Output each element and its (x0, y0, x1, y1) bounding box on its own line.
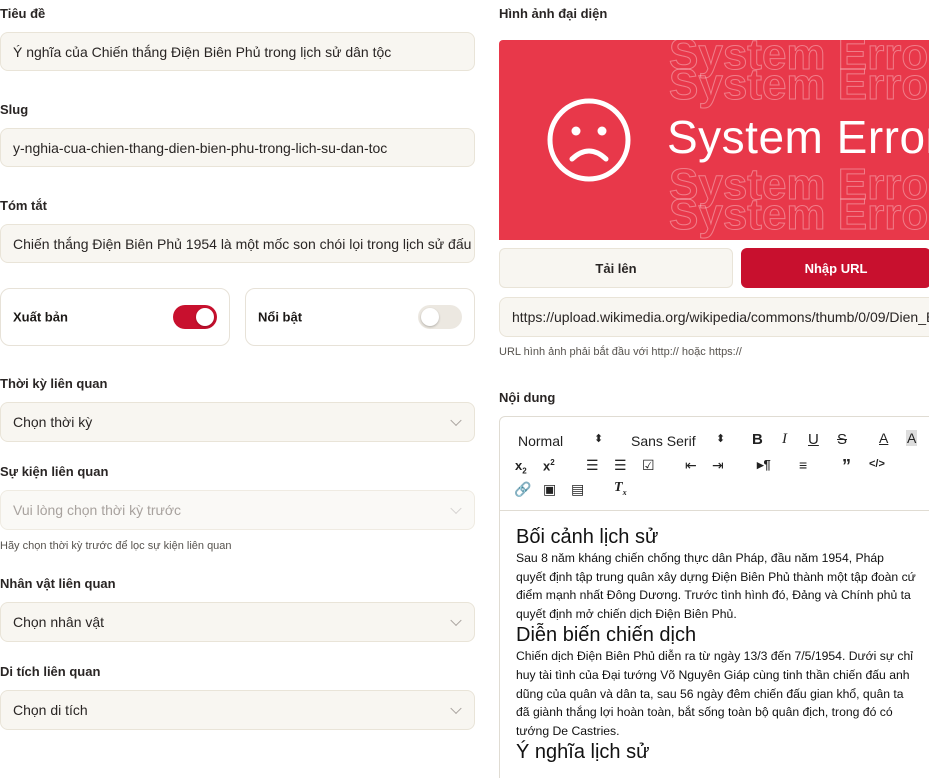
relic-label: Di tích liên quan (0, 664, 101, 679)
editor-toolbar: Normal ⬍ Sans Serif ⬍ B I U S A A x2 x2 … (500, 417, 929, 511)
code-block-icon[interactable]: </> (869, 458, 885, 470)
format-select-arrow-icon: ⬍ (594, 433, 604, 445)
featured-toggle-card: Nổi bật (245, 288, 475, 346)
title-label: Tiêu đề (0, 6, 46, 21)
publish-switch-knob (196, 308, 214, 326)
featured-switch-knob (421, 308, 439, 326)
publish-switch[interactable] (173, 305, 217, 329)
background-color-icon[interactable]: A (906, 430, 918, 446)
relic-select[interactable]: Chọn di tích (0, 690, 475, 730)
content-paragraph: Chiến dịch Điện Biên Phủ diễn ra từ ngày… (516, 649, 913, 738)
text-direction-icon[interactable]: ▸¶ (757, 457, 771, 473)
chevron-down-icon (450, 702, 462, 715)
url-button[interactable]: Nhập URL (741, 248, 929, 288)
slug-input[interactable]: y-nghia-cua-chien-thang-dien-bien-phu-tr… (0, 128, 475, 167)
bold-icon[interactable]: B (752, 431, 763, 448)
indent-icon[interactable]: ⇥ (712, 457, 724, 474)
image-url-input[interactable]: https://upload.wikimedia.org/wikipedia/c… (499, 297, 929, 337)
clear-format-icon[interactable]: Tx (614, 480, 627, 497)
person-select[interactable]: Chọn nhân vật (0, 602, 475, 642)
chevron-down-icon (450, 502, 462, 515)
content-heading: Bối cảnh lịch sử (516, 526, 659, 548)
bg-pattern-text: System Error (668, 60, 929, 109)
subscript-icon[interactable]: x2 (515, 458, 527, 476)
person-select-value: Chọn nhân vật (13, 614, 105, 630)
publish-label: Xuất bản (13, 309, 68, 325)
strikethrough-icon[interactable]: S (837, 431, 847, 448)
period-select[interactable]: Chọn thời kỳ (0, 402, 475, 442)
title-input[interactable]: Ý nghĩa của Chiến thắng Điện Biên Phủ tr… (0, 32, 475, 71)
event-select[interactable]: Vui lòng chọn thời kỳ trước (0, 490, 475, 530)
outdent-icon[interactable]: ⇤ (685, 457, 697, 474)
content-heading: Diễn biến chiến dịch (516, 624, 697, 647)
content-paragraph: Sau 8 năm kháng chiến chống thực dân Phá… (516, 551, 916, 621)
content-heading: Ý nghĩa lịch sử (516, 741, 650, 764)
relic-select-value: Chọn di tích (13, 702, 88, 718)
event-label: Sự kiện liên quan (0, 464, 109, 479)
blockquote-icon[interactable]: ” (842, 456, 851, 477)
event-hint: Hãy chọn thời kỳ trước để lọc sự kiện li… (0, 540, 232, 552)
font-select-value: Sans Serif (631, 433, 696, 449)
slug-label: Slug (0, 102, 29, 117)
link-icon[interactable]: 🔗 (514, 481, 531, 498)
event-select-value: Vui lòng chọn thời kỳ trước (13, 502, 182, 518)
underline-icon[interactable]: U (808, 431, 819, 448)
format-select-value: Normal (518, 433, 564, 449)
font-select-arrow-icon: ⬍ (716, 433, 726, 445)
bullet-list-icon[interactable]: ☰ (614, 457, 627, 474)
format-select[interactable]: Normal (518, 433, 563, 449)
italic-icon[interactable]: I (782, 431, 787, 448)
publish-toggle-card: Xuất bản (0, 288, 230, 346)
chevron-down-icon (450, 414, 462, 427)
chevron-down-icon (450, 614, 462, 627)
video-icon[interactable]: ▤ (571, 481, 584, 498)
superscript-icon[interactable]: x2 (543, 458, 555, 473)
text-color-icon[interactable]: A (879, 430, 888, 446)
image-label: Hình ảnh đại diện (499, 6, 608, 21)
person-label: Nhân vật liên quan (0, 576, 116, 591)
rich-text-editor: Normal ⬍ Sans Serif ⬍ B I U S A A x2 x2 … (499, 416, 929, 778)
image-preview: System Error System Error System Error S… (499, 40, 929, 240)
ordered-list-icon[interactable]: ☰ (586, 457, 599, 474)
bg-pattern-text: System Error (668, 190, 929, 239)
content-label: Nội dung (499, 390, 556, 405)
editor-content[interactable]: Bối cảnh lịch sử Sau 8 năm kháng chiến c… (516, 525, 916, 764)
check-list-icon[interactable]: ☑ (642, 457, 655, 474)
image-preview-text: System Error (667, 111, 929, 163)
font-select[interactable]: Sans Serif (631, 433, 696, 449)
featured-label: Nổi bật (258, 309, 303, 325)
period-select-value: Chọn thời kỳ (13, 414, 93, 430)
sad-face-icon (547, 98, 631, 182)
align-icon[interactable]: ≡ (799, 457, 807, 473)
period-label: Thời kỳ liên quan (0, 376, 108, 391)
upload-button[interactable]: Tải lên (499, 248, 733, 288)
summary-input[interactable]: Chiến thắng Điện Biên Phủ 1954 là một mố… (0, 224, 475, 263)
image-url-hint: URL hình ảnh phải bắt đầu với http:// ho… (499, 346, 742, 358)
featured-switch[interactable] (418, 305, 462, 329)
image-icon[interactable]: ▣ (543, 481, 556, 498)
summary-label: Tóm tắt (0, 198, 47, 213)
